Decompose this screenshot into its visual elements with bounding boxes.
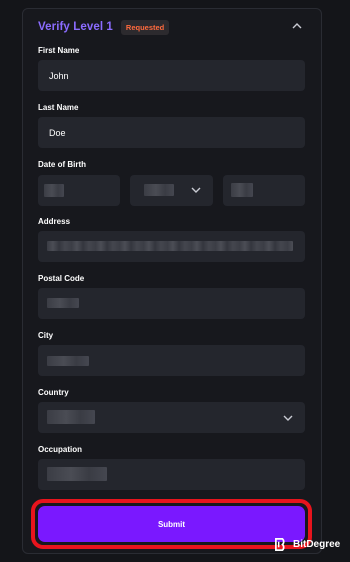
last-name-field[interactable]: Doe bbox=[38, 117, 305, 148]
redacted-value bbox=[47, 467, 107, 481]
chevron-up-icon[interactable] bbox=[290, 19, 304, 33]
bitdegree-logo-icon bbox=[275, 538, 285, 551]
redacted-value bbox=[47, 298, 79, 308]
last-name-label: Last Name bbox=[38, 103, 79, 112]
first-name-field[interactable]: John bbox=[38, 60, 305, 91]
brand-name: BitDegree bbox=[293, 539, 341, 550]
bitdegree-watermark: BitDegree bbox=[274, 537, 340, 552]
first-name-label: First Name bbox=[38, 46, 80, 55]
postal-code-label: Postal Code bbox=[38, 274, 85, 283]
status-badge: Requested bbox=[120, 19, 170, 35]
city-field[interactable] bbox=[38, 345, 305, 376]
redacted-value bbox=[44, 184, 64, 197]
panel-title: Verify Level 1 bbox=[38, 21, 113, 33]
chevron-down-icon bbox=[191, 187, 201, 193]
dob-year-field[interactable] bbox=[223, 175, 305, 206]
submit-button[interactable]: Submit bbox=[38, 506, 305, 542]
redacted-value bbox=[231, 183, 253, 197]
country-label: Country bbox=[38, 388, 69, 397]
occupation-label: Occupation bbox=[38, 445, 83, 454]
date-of-birth-label: Date of Birth bbox=[38, 160, 86, 169]
verification-page: Verify Level 1 Requested First Name John… bbox=[0, 0, 350, 562]
city-label: City bbox=[38, 331, 54, 340]
redacted-value bbox=[47, 410, 95, 424]
last-name-value: Doe bbox=[49, 127, 66, 138]
redacted-value bbox=[47, 356, 89, 366]
address-label: Address bbox=[38, 217, 71, 226]
occupation-field[interactable] bbox=[38, 459, 305, 490]
panel-header[interactable]: Verify Level 1 Requested bbox=[38, 18, 320, 36]
redacted-value bbox=[47, 241, 293, 251]
dob-day-field[interactable] bbox=[38, 175, 120, 206]
dob-month-select[interactable] bbox=[130, 175, 213, 206]
postal-code-field[interactable] bbox=[38, 288, 305, 319]
redacted-value bbox=[144, 184, 174, 196]
first-name-value: John bbox=[49, 70, 69, 81]
address-field[interactable] bbox=[38, 231, 305, 262]
submit-label: Submit bbox=[157, 519, 186, 529]
chevron-down-icon bbox=[283, 415, 293, 421]
country-select[interactable] bbox=[38, 402, 305, 433]
